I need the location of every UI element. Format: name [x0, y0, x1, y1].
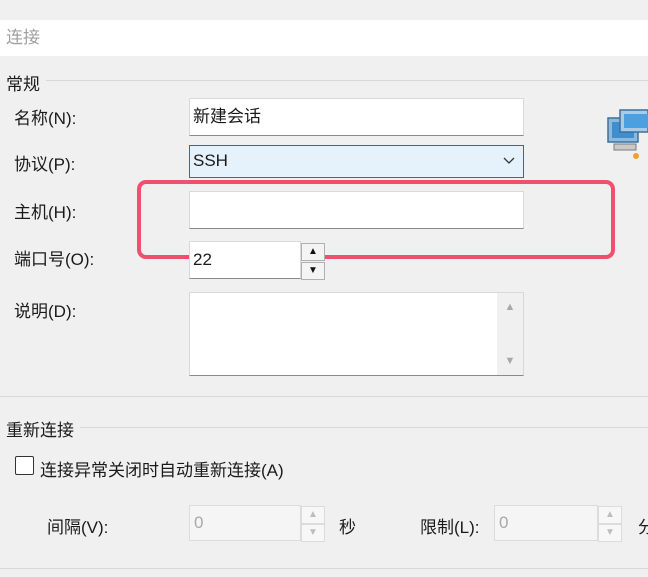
name-input[interactable]: 新建会话 [189, 98, 524, 136]
reconnect-divider [80, 427, 648, 428]
description-textarea[interactable]: ▲ ▼ [189, 292, 524, 376]
spin-down-icon[interactable]: ▼ [301, 262, 325, 280]
name-label: 名称(N): [14, 109, 77, 128]
protocol-label: 协议(P): [14, 155, 76, 174]
limit-label: 限制(L): [420, 518, 480, 537]
reconnect-top-divider [0, 396, 648, 397]
bottom-divider [0, 568, 648, 569]
limit-unit: 分 [638, 518, 648, 537]
interval-spin-up-icon[interactable]: ▲ [301, 506, 325, 524]
description-label: 说明(D): [14, 302, 77, 321]
interval-spin-down-icon[interactable]: ▼ [301, 524, 325, 542]
description-scrollbar[interactable]: ▲ ▼ [497, 293, 523, 375]
limit-input[interactable]: 0 [494, 505, 598, 541]
general-divider [46, 80, 648, 81]
interval-input[interactable]: 0 [189, 505, 301, 541]
spin-up-icon[interactable]: ▲ [301, 243, 325, 261]
interval-unit: 秒 [339, 518, 356, 537]
general-group-title: 常规 [6, 75, 40, 94]
scroll-up-icon[interactable]: ▲ [497, 301, 523, 313]
host-label: 主机(H): [14, 203, 77, 222]
interval-label: 间隔(V): [47, 518, 109, 537]
auto-reconnect-checkbox[interactable] [15, 456, 34, 475]
limit-spin-down-icon[interactable]: ▼ [598, 524, 622, 542]
network-computers-icon [606, 108, 648, 160]
limit-spin-up-icon[interactable]: ▲ [598, 506, 622, 524]
reconnect-group-title: 重新连接 [6, 421, 74, 440]
top-strip [0, 0, 648, 20]
protocol-select-value: SSH [193, 151, 228, 170]
port-label: 端口号(O): [14, 250, 95, 269]
scroll-down-icon[interactable]: ▼ [497, 355, 523, 367]
protocol-select[interactable]: SSH [189, 145, 524, 178]
section-header: 连接 [0, 20, 648, 56]
auto-reconnect-label[interactable]: 连接异常关闭时自动重新连接(A) [40, 456, 284, 481]
port-input[interactable]: 22 [189, 241, 301, 279]
